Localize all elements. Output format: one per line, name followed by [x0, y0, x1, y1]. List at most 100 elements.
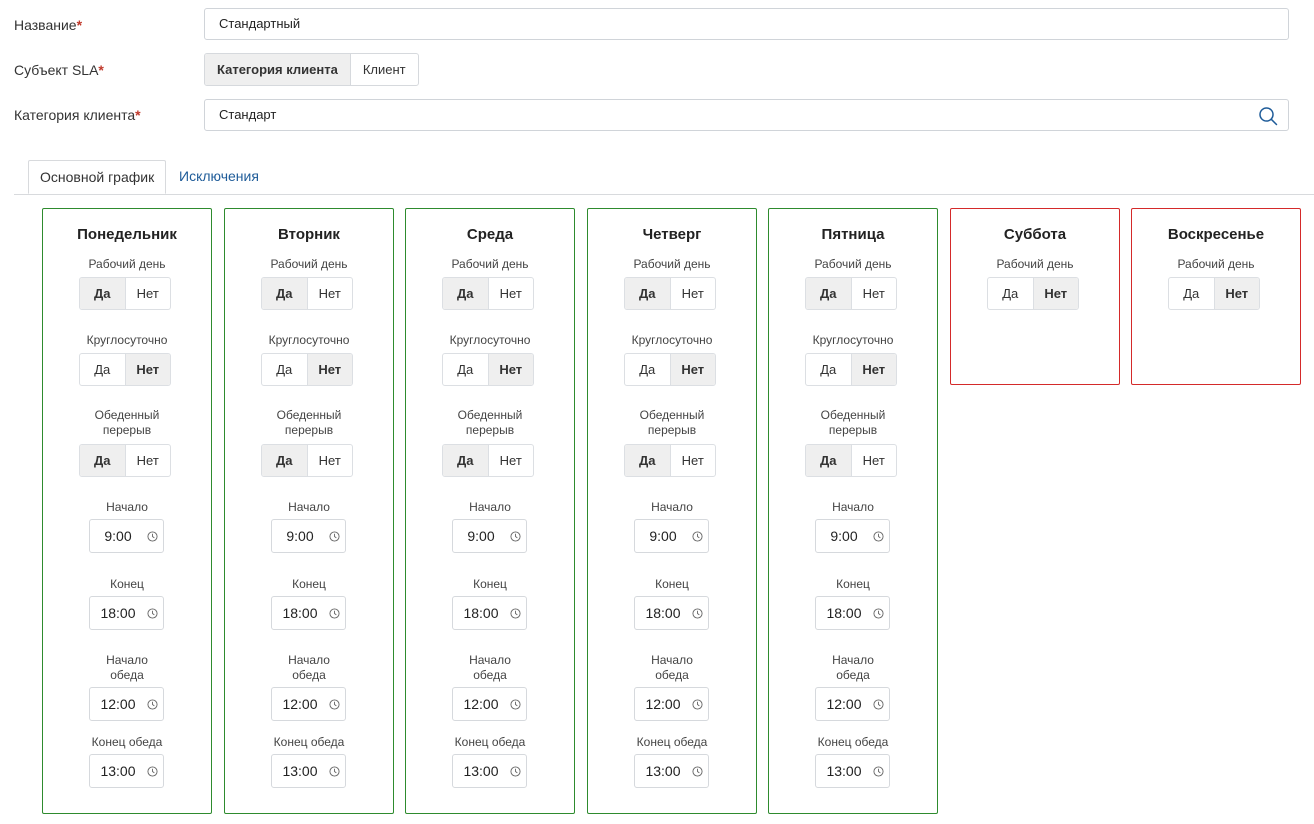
yes-option[interactable]: Да	[443, 354, 488, 385]
no-option[interactable]: Нет	[850, 278, 897, 309]
yes-option[interactable]: Да	[443, 278, 488, 309]
no-option[interactable]: Нет	[306, 445, 353, 476]
yes-option[interactable]: Да	[806, 278, 851, 309]
clock-icon[interactable]	[692, 531, 703, 542]
clock-icon[interactable]	[329, 766, 340, 777]
tab-exceptions[interactable]: Исключения	[168, 160, 270, 193]
lunch-end-input[interactable]: 13:00	[815, 754, 890, 788]
clock-icon[interactable]	[329, 531, 340, 542]
end-time-input[interactable]: 18:00	[89, 596, 164, 630]
start-time-input[interactable]: 9:00	[271, 519, 346, 553]
name-input[interactable]: Стандартный	[204, 8, 1289, 40]
no-option[interactable]: Нет	[487, 278, 534, 309]
no-option[interactable]: Нет	[669, 445, 716, 476]
start-time-input[interactable]: 9:00	[634, 519, 709, 553]
yes-option[interactable]: Да	[80, 445, 125, 476]
lunch-break-toggle[interactable]: Да Нет	[79, 444, 171, 477]
no-option[interactable]: Нет	[669, 354, 715, 385]
no-option[interactable]: Нет	[306, 354, 352, 385]
round-clock-toggle[interactable]: Да Нет	[805, 353, 897, 386]
round-clock-toggle[interactable]: Да Нет	[261, 353, 353, 386]
yes-option[interactable]: Да	[625, 278, 670, 309]
working-day-toggle[interactable]: Да Нет	[442, 277, 534, 310]
end-time-input[interactable]: 18:00	[634, 596, 709, 630]
end-time-input[interactable]: 18:00	[271, 596, 346, 630]
round-clock-toggle[interactable]: Да Нет	[624, 353, 716, 386]
lunch-end-input[interactable]: 13:00	[89, 754, 164, 788]
category-input[interactable]: Стандарт	[204, 99, 1289, 131]
lunch-end-input[interactable]: 13:00	[271, 754, 346, 788]
working-day-toggle[interactable]: Да Нет	[624, 277, 716, 310]
yes-option[interactable]: Да	[806, 354, 851, 385]
lunch-end-input[interactable]: 13:00	[634, 754, 709, 788]
clock-icon[interactable]	[147, 531, 158, 542]
clock-icon[interactable]	[692, 699, 703, 710]
clock-icon[interactable]	[510, 766, 521, 777]
yes-option[interactable]: Да	[262, 354, 307, 385]
working-day-toggle[interactable]: Да Нет	[79, 277, 171, 310]
round-clock-toggle[interactable]: Да Нет	[79, 353, 171, 386]
lunch-break-toggle[interactable]: Да Нет	[624, 444, 716, 477]
no-option[interactable]: Нет	[124, 278, 171, 309]
lunch-start-input[interactable]: 12:00	[634, 687, 709, 721]
clock-icon[interactable]	[147, 699, 158, 710]
no-option[interactable]: Нет	[850, 354, 896, 385]
no-option[interactable]: Нет	[1213, 278, 1259, 309]
clock-icon[interactable]	[510, 531, 521, 542]
clock-icon[interactable]	[329, 608, 340, 619]
clock-icon[interactable]	[692, 766, 703, 777]
no-option[interactable]: Нет	[669, 278, 716, 309]
clock-icon[interactable]	[873, 531, 884, 542]
clock-icon[interactable]	[510, 608, 521, 619]
end-time-input[interactable]: 18:00	[815, 596, 890, 630]
subject-toggle[interactable]: Категория клиента Клиент	[204, 53, 419, 86]
no-option[interactable]: Нет	[487, 445, 534, 476]
start-time-input[interactable]: 9:00	[89, 519, 164, 553]
round-clock-toggle[interactable]: Да Нет	[442, 353, 534, 386]
start-time-input[interactable]: 9:00	[815, 519, 890, 553]
start-time-input[interactable]: 9:00	[452, 519, 527, 553]
no-option[interactable]: Нет	[306, 278, 353, 309]
yes-option[interactable]: Да	[80, 354, 125, 385]
no-option[interactable]: Нет	[487, 354, 533, 385]
lunch-start-input[interactable]: 12:00	[815, 687, 890, 721]
yes-option[interactable]: Да	[262, 445, 307, 476]
working-day-toggle[interactable]: Да Нет	[261, 277, 353, 310]
subject-option-client[interactable]: Клиент	[351, 54, 418, 85]
yes-option[interactable]: Да	[806, 445, 851, 476]
search-icon[interactable]	[1258, 106, 1278, 126]
lunch-end-input[interactable]: 13:00	[452, 754, 527, 788]
lunch-start-input[interactable]: 12:00	[452, 687, 527, 721]
yes-option[interactable]: Да	[625, 354, 670, 385]
yes-option[interactable]: Да	[262, 278, 307, 309]
yes-option[interactable]: Да	[443, 445, 488, 476]
no-option[interactable]: Нет	[1032, 278, 1078, 309]
working-day-toggle[interactable]: Да Нет	[1168, 277, 1260, 310]
lunch-start-input[interactable]: 12:00	[89, 687, 164, 721]
lunch-break-toggle[interactable]: Да Нет	[261, 444, 353, 477]
lunch-start-input[interactable]: 12:00	[271, 687, 346, 721]
name-row: Название* Стандартный	[0, 8, 1314, 42]
end-time-input[interactable]: 18:00	[452, 596, 527, 630]
working-day-toggle[interactable]: Да Нет	[805, 277, 897, 310]
no-option[interactable]: Нет	[850, 445, 897, 476]
subject-option-category[interactable]: Категория клиента	[205, 54, 351, 85]
clock-icon[interactable]	[510, 699, 521, 710]
clock-icon[interactable]	[873, 608, 884, 619]
yes-option[interactable]: Да	[1169, 278, 1214, 309]
lunch-break-toggle[interactable]: Да Нет	[805, 444, 897, 477]
clock-icon[interactable]	[147, 766, 158, 777]
clock-icon[interactable]	[329, 699, 340, 710]
clock-icon[interactable]	[873, 766, 884, 777]
tab-main-schedule[interactable]: Основной график	[28, 160, 167, 194]
yes-option[interactable]: Да	[80, 278, 125, 309]
working-day-toggle[interactable]: Да Нет	[987, 277, 1079, 310]
clock-icon[interactable]	[692, 608, 703, 619]
no-option[interactable]: Нет	[124, 445, 171, 476]
no-option[interactable]: Нет	[124, 354, 170, 385]
yes-option[interactable]: Да	[988, 278, 1033, 309]
clock-icon[interactable]	[147, 608, 158, 619]
lunch-break-toggle[interactable]: Да Нет	[442, 444, 534, 477]
yes-option[interactable]: Да	[625, 445, 670, 476]
clock-icon[interactable]	[873, 699, 884, 710]
